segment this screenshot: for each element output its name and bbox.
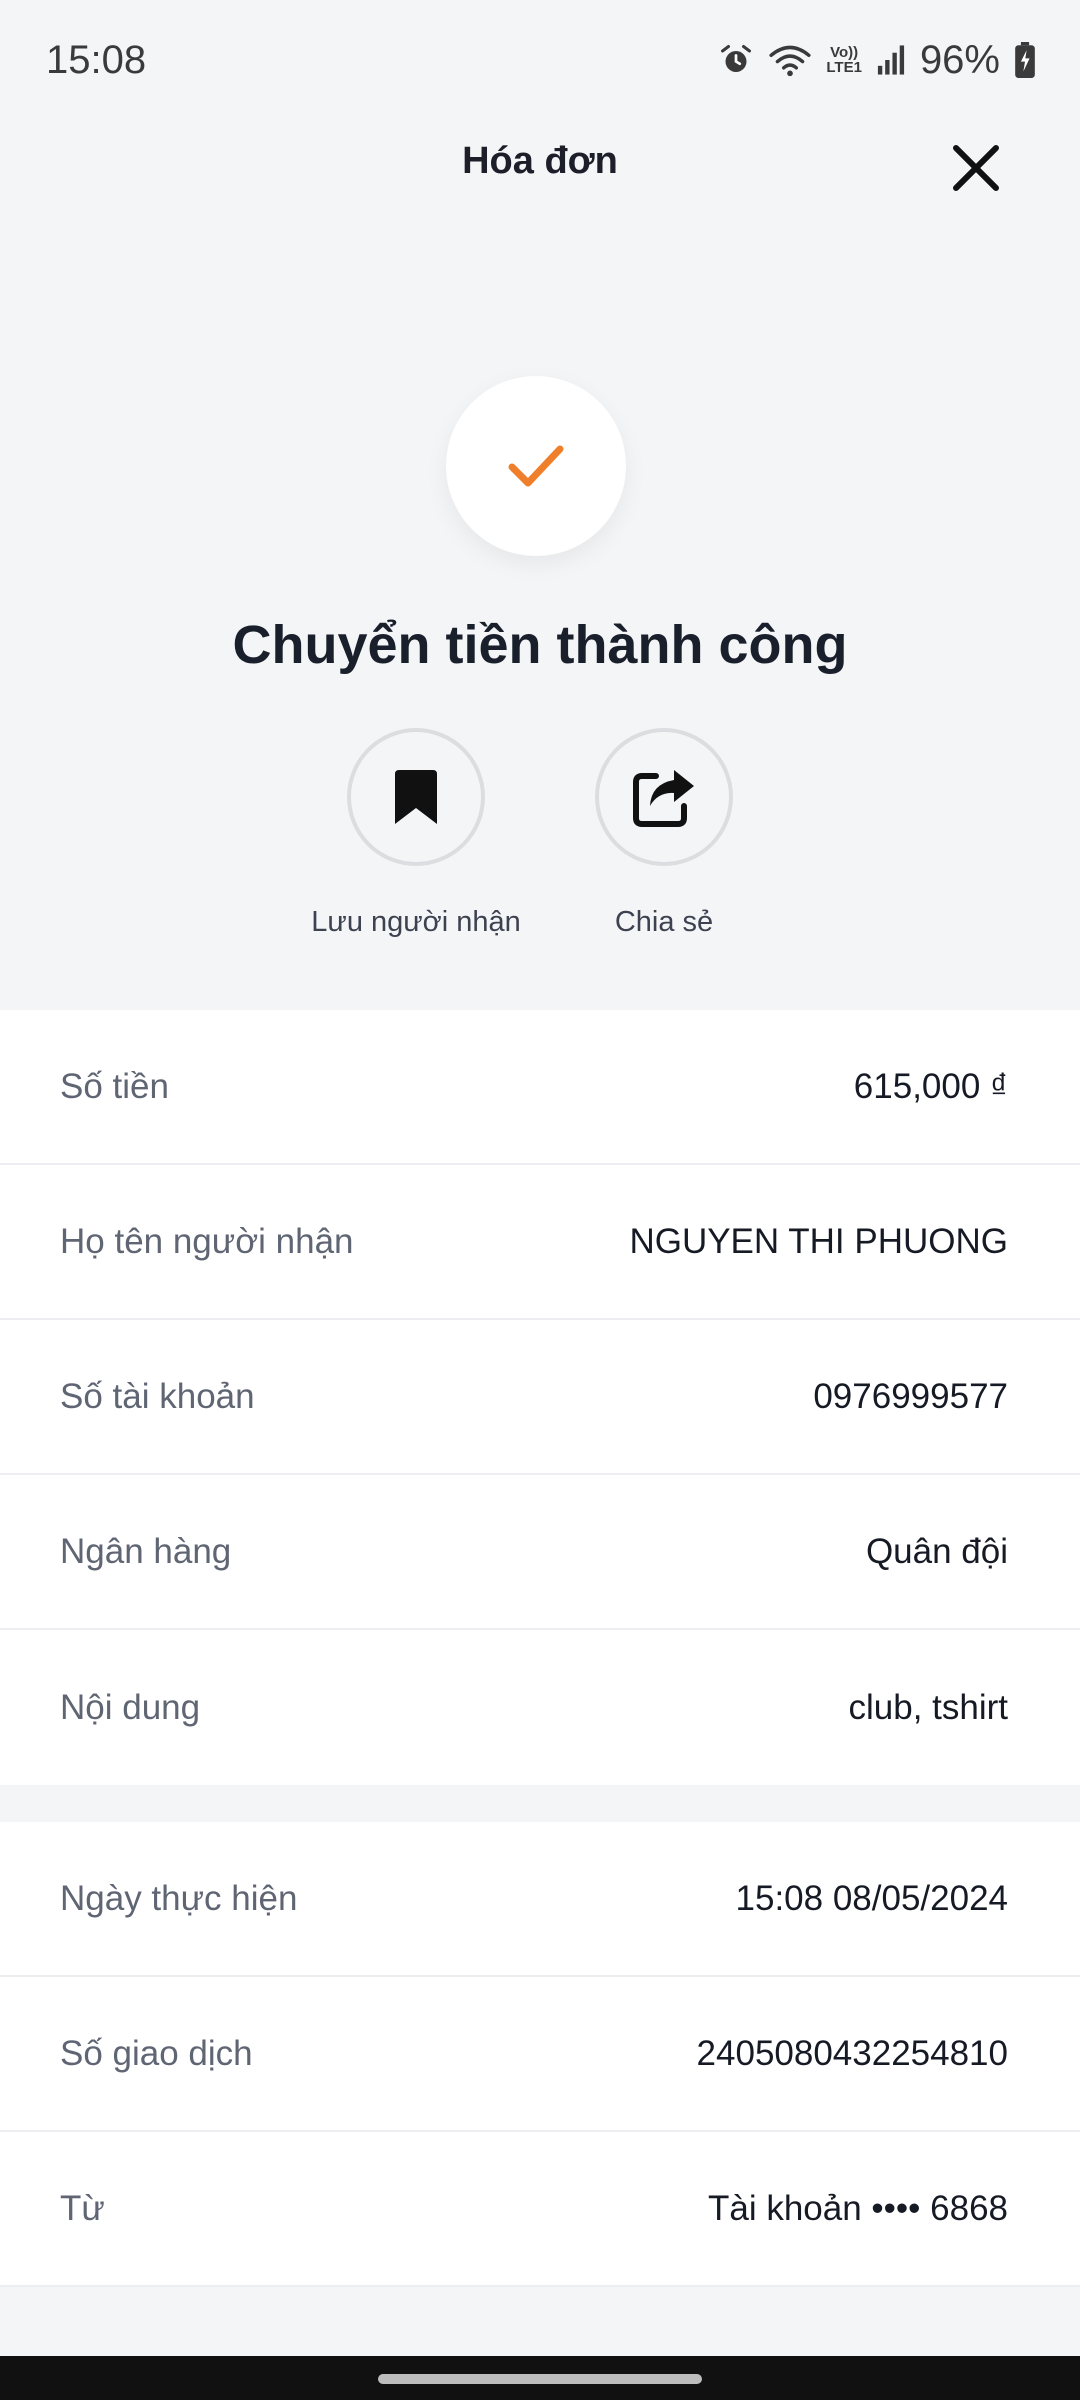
detail-row-date: Ngày thực hiện 15:08 08/05/2024 [0,1822,1080,1977]
share-label: Chia sẻ [614,906,714,938]
detail-row-recipient-name: Họ tên người nhận NGUYEN THI PHUONG [0,1165,1080,1320]
detail-value: club, tshirt [848,1687,1009,1727]
share-icon [633,770,694,827]
detail-value: 615,000 ₫ [853,1066,1008,1106]
success-title: Chuyển tiền thành công [232,615,848,675]
wifi-icon [768,42,812,78]
save-recipient-circle[interactable] [347,728,485,866]
detail-label: Họ tên người nhận [60,1221,354,1261]
battery-icon [1014,42,1036,78]
check-icon [508,445,564,487]
status-time: 15:08 [46,38,147,82]
detail-value: 0976999577 [813,1376,1008,1416]
share-circle[interactable] [595,728,733,866]
detail-label: Số tiền [60,1066,169,1106]
detail-label: Ngày thực hiện [60,1878,298,1918]
detail-value: NGUYEN THI PHUONG [629,1221,1008,1261]
detail-label: Ngân hàng [60,1531,232,1571]
home-gesture-handle[interactable] [378,2374,702,2384]
detail-label: Số giao dịch [60,2033,253,2073]
share-button[interactable]: Chia sẻ [544,728,784,939]
save-recipient-label: Lưu người nhận [311,906,521,938]
alarm-icon [718,42,754,78]
detail-value: Quân đội [865,1531,1008,1571]
detail-label: Nội dung [60,1687,201,1727]
detail-row-amount: Số tiền 615,000 ₫ [0,1010,1080,1165]
lte-label: LTE1 [826,59,862,76]
close-icon [953,145,999,191]
signal-icon [876,44,906,76]
detail-row-content: Nội dung club, tshirt [0,1630,1080,1785]
status-bar: 15:08 Vo)) LTE1 96% [0,0,1080,122]
close-button[interactable] [942,134,1010,202]
detail-label: Từ [60,2188,105,2228]
success-badge [446,376,626,556]
transaction-info-card: Ngày thực hiện 15:08 08/05/2024 Số giao … [0,1822,1080,2287]
detail-value: Tài khoản •••• 6868 [707,2188,1008,2228]
save-recipient-button[interactable]: Lưu người nhận [296,728,536,939]
receipt-screen: 15:08 Vo)) LTE1 96% Hóa đơn Chuyển tiền … [0,0,1080,2400]
detail-row-transaction-id: Số giao dịch 2405080432254810 [0,1977,1080,2132]
detail-row-bank: Ngân hàng Quân đội [0,1475,1080,1630]
bookmark-icon [395,770,437,824]
page-title: Hóa đơn [462,140,618,182]
volte-label: Vo)) [830,44,859,61]
detail-value: 15:08 08/05/2024 [735,1878,1008,1918]
transfer-details-card: Số tiền 615,000 ₫ Họ tên người nhận NGUY… [0,1010,1080,1785]
system-navigation-bar [0,2356,1080,2400]
detail-row-from-account: Từ Tài khoản •••• 6868 [0,2132,1080,2287]
detail-value: 2405080432254810 [696,2033,1008,2073]
volte-icon: Vo)) LTE1 [826,45,862,75]
detail-label: Số tài khoản [60,1376,255,1416]
status-icons: Vo)) LTE1 96% [718,36,1036,84]
detail-row-account-number: Số tài khoản 0976999577 [0,1320,1080,1475]
battery-percentage: 96% [919,37,1000,82]
